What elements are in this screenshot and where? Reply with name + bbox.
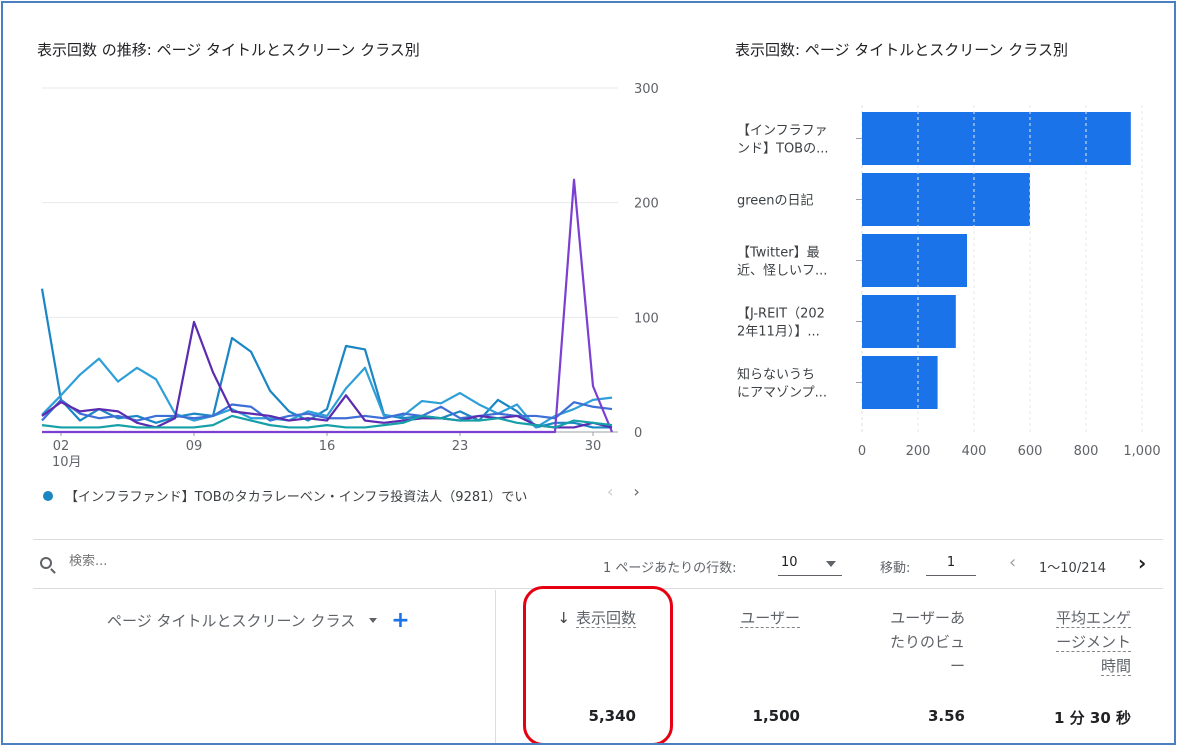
- bar: [862, 356, 938, 409]
- metric-header-line: ユーザーあ: [890, 609, 965, 627]
- x-tick-label: 400: [962, 444, 987, 459]
- bar: [862, 112, 1131, 165]
- legend-pager: ‹ ›: [607, 482, 640, 501]
- legend-prev-icon[interactable]: ‹: [607, 482, 613, 501]
- legend-color-dot: [43, 490, 53, 501]
- x-tick-label: 800: [1074, 444, 1099, 459]
- search-input[interactable]: [69, 554, 269, 569]
- next-page-icon[interactable]: ›: [1138, 551, 1146, 575]
- page-range: 1〜10/214: [1039, 561, 1107, 576]
- metric-header-line: 時間: [1100, 657, 1131, 676]
- chevron-down-icon[interactable]: [369, 618, 378, 623]
- bar-category-label: 【インフラファ: [737, 124, 828, 139]
- rows-per-page-label: 1 ページあたりの行数:: [603, 561, 737, 576]
- highlight-annotation: [523, 586, 673, 743]
- total-users: 1,500: [752, 707, 800, 725]
- rows-per-page-value: 10: [781, 555, 798, 570]
- legend-next-icon[interactable]: ›: [633, 482, 639, 501]
- goto-page-input[interactable]: 1: [926, 552, 976, 576]
- dimension-header[interactable]: ページ タイトルとスクリーン クラス +: [107, 609, 410, 631]
- x-tick-label: 1,000: [1123, 444, 1160, 459]
- add-dimension-icon[interactable]: +: [391, 609, 409, 631]
- chart-legend[interactable]: 【インフラファンド】TOBのタカラレーベン・インフラ投資法人（9281）でい: [43, 486, 585, 505]
- x-tick-label: 0: [858, 444, 866, 459]
- bar-chart: 【インフラファンド】TOBの... greenの日記【Twitter】最近、怪しい…: [737, 105, 1161, 459]
- x-tick-label: 600: [1018, 444, 1043, 459]
- bar: [862, 234, 967, 287]
- chevron-down-icon: [826, 561, 836, 567]
- search-icon: [40, 557, 52, 569]
- legend-label: 【インフラファンド】TOBのタカラレーベン・インフラ投資法人（9281）でい: [65, 490, 528, 505]
- column-divider: [495, 590, 496, 743]
- bar-category-label: 2年11月）】...: [737, 325, 820, 340]
- bar-category-label: 【Twitter】最: [737, 246, 820, 261]
- table-toolbar: 1 ページあたりの行数: 10 移動: 1 ‹ 1〜10/214 ›: [33, 551, 1163, 578]
- bar: [862, 173, 1030, 226]
- dimension-header-label: ページ タイトルとスクリーン クラス: [107, 612, 356, 630]
- metric-header-line: 平均エンゲ: [1055, 609, 1131, 628]
- total-views-per-user: 3.56: [927, 707, 965, 725]
- x-tick-label: 200: [906, 444, 931, 459]
- metric-header-label: ユーザー: [740, 609, 800, 628]
- bar-category-label: にアマゾンプ...: [737, 386, 827, 401]
- metric-header-users[interactable]: ユーザー: [740, 606, 800, 630]
- prev-page-icon[interactable]: ‹: [1009, 552, 1016, 573]
- metric-header-line: たりのビュ: [889, 633, 965, 651]
- bar-category-label: 知らないうち: [737, 367, 815, 383]
- goto-label: 移動:: [880, 561, 911, 576]
- bar-category-label: ンド】TOBの...: [737, 142, 829, 157]
- metric-header-engagement-time[interactable]: 平均エンゲ ージメント 時間: [1055, 606, 1131, 678]
- section-divider: [33, 539, 1163, 540]
- rows-per-page-select[interactable]: 10: [778, 552, 842, 576]
- bar-category-label: greenの日記: [737, 193, 814, 209]
- metric-header-views-per-user[interactable]: ユーザーあ たりのビュ ー: [890, 606, 965, 678]
- bar-category-label: 【J-REIT（202: [737, 307, 825, 322]
- metric-header-line: ー: [949, 657, 965, 675]
- bar: [862, 295, 956, 348]
- metric-header-line: ージメント: [1056, 633, 1131, 652]
- bar-category-label: 近、怪しいフ...: [737, 264, 827, 279]
- total-engagement-time: 1 分 30 秒: [1054, 709, 1131, 727]
- report-card: 表示回数 の推移: ページ タイトルとスクリーン クラス別 表示回数: ページ …: [1, 1, 1176, 745]
